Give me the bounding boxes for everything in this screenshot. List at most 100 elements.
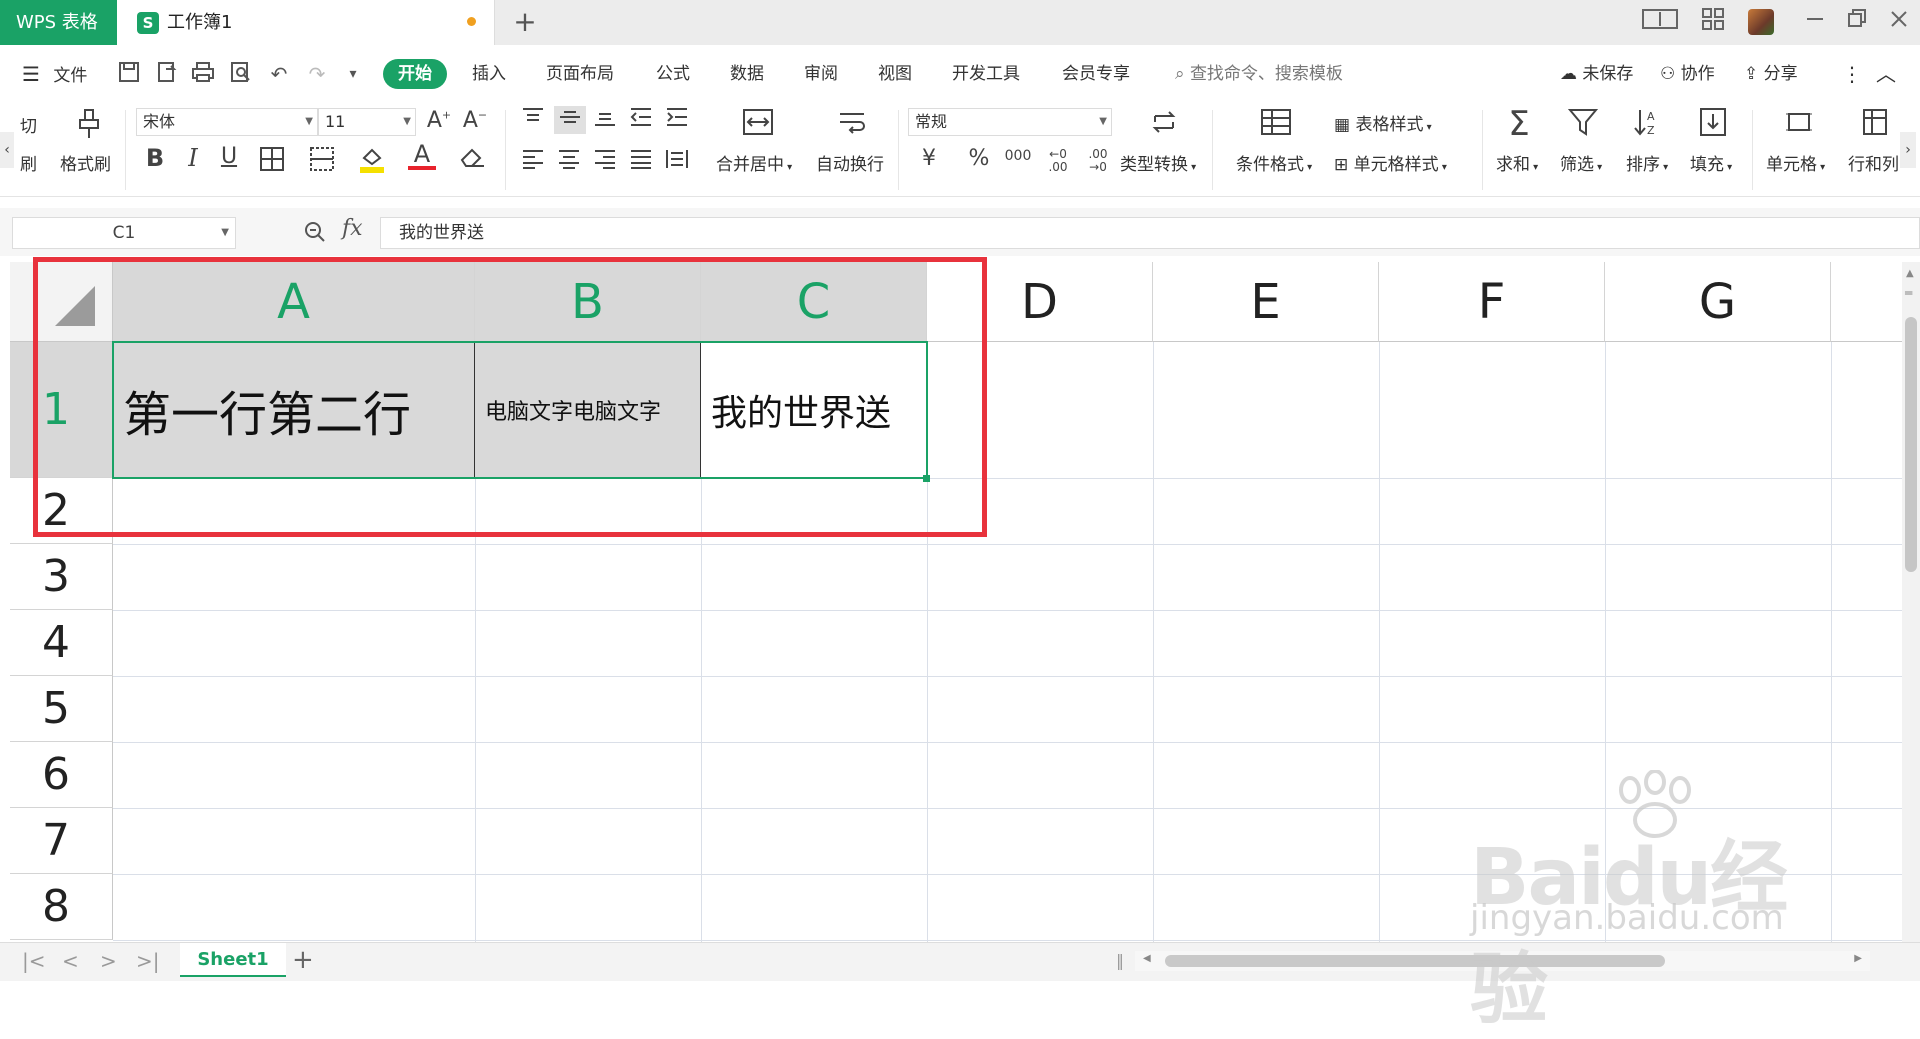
fill-icon[interactable] bbox=[1696, 106, 1730, 144]
tab-page-layout[interactable]: 页面布局 bbox=[546, 59, 614, 89]
table-style-button[interactable]: ▦ 表格样式 ▾ bbox=[1334, 110, 1432, 135]
insert-function-icon[interactable]: fx bbox=[342, 216, 363, 241]
bold-icon[interactable]: B bbox=[140, 144, 170, 172]
underline-icon[interactable]: U bbox=[214, 144, 244, 169]
column-header-d[interactable]: D bbox=[927, 262, 1153, 342]
tab-developer[interactable]: 开发工具 bbox=[952, 59, 1020, 89]
increase-indent-icon[interactable] bbox=[662, 106, 692, 134]
filter-icon[interactable] bbox=[1566, 106, 1600, 144]
cell-c1[interactable]: 我的世界送 bbox=[701, 342, 927, 478]
ribbon-scroll-right-icon[interactable]: › bbox=[1900, 132, 1916, 168]
horizontal-scrollbar[interactable]: ◀ ▶ bbox=[1135, 951, 1870, 971]
increase-font-icon[interactable]: A+ bbox=[424, 108, 454, 133]
tab-view[interactable]: 视图 bbox=[878, 59, 912, 89]
align-middle-icon[interactable] bbox=[554, 106, 586, 134]
tab-data[interactable]: 数据 bbox=[730, 59, 764, 89]
reading-mode-icon[interactable] bbox=[1640, 8, 1680, 36]
align-top-icon[interactable] bbox=[518, 106, 548, 134]
decrease-decimal-icon[interactable]: .00 →0 bbox=[1080, 148, 1116, 174]
tab-home[interactable]: 开始 bbox=[383, 59, 447, 89]
row-header-3[interactable]: 3 bbox=[10, 544, 113, 610]
increase-decimal-icon[interactable]: ←0 .00 bbox=[1040, 148, 1076, 174]
ribbon-scroll-left-icon[interactable]: ‹ bbox=[0, 132, 14, 168]
cell-style-button[interactable]: ⊞ 单元格样式 ▾ bbox=[1334, 150, 1447, 175]
formula-input[interactable]: 我的世界送 bbox=[380, 217, 1920, 249]
borders-icon[interactable] bbox=[252, 146, 292, 178]
row-col-button[interactable]: 行和列 bbox=[1848, 150, 1899, 175]
first-sheet-icon[interactable]: |< bbox=[22, 949, 46, 973]
prev-sheet-icon[interactable]: < bbox=[62, 949, 79, 973]
decrease-indent-icon[interactable] bbox=[626, 106, 656, 134]
eraser-icon[interactable] bbox=[452, 144, 492, 176]
font-size-select[interactable]: 11 ▼ bbox=[318, 108, 416, 136]
collapse-ribbon-icon[interactable]: ︿ bbox=[1876, 59, 1896, 89]
grid-view-icon[interactable] bbox=[1698, 8, 1728, 36]
select-all-button[interactable] bbox=[10, 262, 113, 342]
split-handle-icon[interactable]: ═ bbox=[1905, 286, 1912, 300]
avatar[interactable] bbox=[1748, 9, 1774, 35]
print-icon[interactable] bbox=[190, 61, 216, 87]
row-header-8[interactable]: 8 bbox=[10, 874, 113, 940]
share-button[interactable]: ⇪ 分享 bbox=[1744, 59, 1798, 89]
file-menu[interactable]: ☰ 文件 bbox=[22, 59, 87, 89]
fill-handle[interactable] bbox=[923, 475, 930, 482]
type-convert-icon[interactable] bbox=[1146, 106, 1182, 144]
cell-a1[interactable]: 第一行第二行 bbox=[113, 342, 475, 478]
more-options-icon[interactable]: ⋮ bbox=[1842, 59, 1862, 89]
column-header-f[interactable]: F bbox=[1379, 262, 1605, 342]
command-search[interactable]: ⌕ 查找命令、搜索模板 bbox=[1175, 59, 1343, 89]
export-pdf-icon[interactable] bbox=[154, 61, 180, 87]
font-color-icon[interactable]: A bbox=[402, 142, 442, 170]
cell-b1[interactable]: 电脑文字电脑文字 bbox=[475, 342, 701, 478]
scroll-right-icon[interactable]: ▶ bbox=[1854, 953, 1862, 964]
auto-wrap-icon[interactable] bbox=[834, 106, 870, 144]
auto-wrap-button[interactable]: 自动换行 bbox=[816, 150, 884, 175]
sheet-tab-sheet1[interactable]: Sheet1 bbox=[180, 943, 286, 977]
distributed-align-icon[interactable] bbox=[662, 148, 692, 176]
add-sheet-button[interactable]: + bbox=[292, 945, 314, 975]
vertical-scrollbar[interactable]: ▲ ═ bbox=[1902, 262, 1920, 942]
type-convert-button[interactable]: 类型转换 ▾ bbox=[1120, 150, 1196, 175]
row-col-icon[interactable] bbox=[1858, 106, 1892, 144]
column-header-c[interactable]: C bbox=[701, 262, 927, 342]
fill-button[interactable]: 填充 ▾ bbox=[1690, 150, 1732, 175]
align-center-icon[interactable] bbox=[554, 148, 584, 176]
sort-icon[interactable]: AZ bbox=[1630, 106, 1664, 144]
minimize-icon[interactable] bbox=[1800, 8, 1830, 36]
next-sheet-icon[interactable]: > bbox=[100, 949, 117, 973]
print-preview-icon[interactable] bbox=[228, 61, 254, 87]
wps-home-tab[interactable]: WPS 表格 bbox=[0, 0, 117, 45]
conditional-format-button[interactable]: 条件格式 ▾ bbox=[1236, 150, 1312, 175]
new-tab-button[interactable]: + bbox=[510, 2, 540, 42]
align-right-icon[interactable] bbox=[590, 148, 620, 176]
scroll-left-icon[interactable]: ◀ bbox=[1143, 953, 1151, 964]
tab-insert[interactable]: 插入 bbox=[472, 59, 506, 89]
row-header-1[interactable]: 1 bbox=[10, 342, 113, 478]
align-bottom-icon[interactable] bbox=[590, 106, 620, 134]
fill-color-icon[interactable] bbox=[352, 144, 392, 180]
save-icon[interactable] bbox=[116, 61, 142, 87]
column-header-e[interactable]: E bbox=[1153, 262, 1379, 342]
row-header-4[interactable]: 4 bbox=[10, 610, 113, 676]
horizontal-scroll-thumb[interactable] bbox=[1165, 955, 1665, 967]
document-tab[interactable]: S 工作簿1 bbox=[117, 0, 495, 45]
undo-icon[interactable]: ↶ bbox=[266, 61, 292, 87]
cell-pattern-icon[interactable] bbox=[302, 146, 342, 178]
merge-center-icon[interactable] bbox=[740, 106, 776, 144]
tab-split-handle-icon[interactable]: ‖ bbox=[1116, 951, 1124, 970]
tab-member[interactable]: 会员专享 bbox=[1062, 59, 1130, 89]
close-icon[interactable] bbox=[1884, 8, 1914, 36]
column-header-g[interactable]: G bbox=[1605, 262, 1831, 342]
italic-icon[interactable]: I bbox=[178, 144, 208, 172]
column-header-b[interactable]: B bbox=[475, 262, 701, 342]
decrease-font-icon[interactable]: A− bbox=[460, 108, 490, 133]
scroll-up-icon[interactable]: ▲ bbox=[1906, 268, 1914, 279]
filter-button[interactable]: 筛选 ▾ bbox=[1560, 150, 1602, 175]
font-name-select[interactable]: 宋体 ▼ bbox=[136, 108, 318, 136]
format-painter-icon[interactable] bbox=[74, 106, 104, 142]
restore-icon[interactable] bbox=[1842, 8, 1872, 36]
collaborate-button[interactable]: ⚇ 协作 bbox=[1660, 59, 1715, 89]
cell-icon[interactable] bbox=[1782, 106, 1816, 144]
last-sheet-icon[interactable]: >| bbox=[136, 949, 160, 973]
column-header-a[interactable]: A bbox=[113, 262, 475, 342]
